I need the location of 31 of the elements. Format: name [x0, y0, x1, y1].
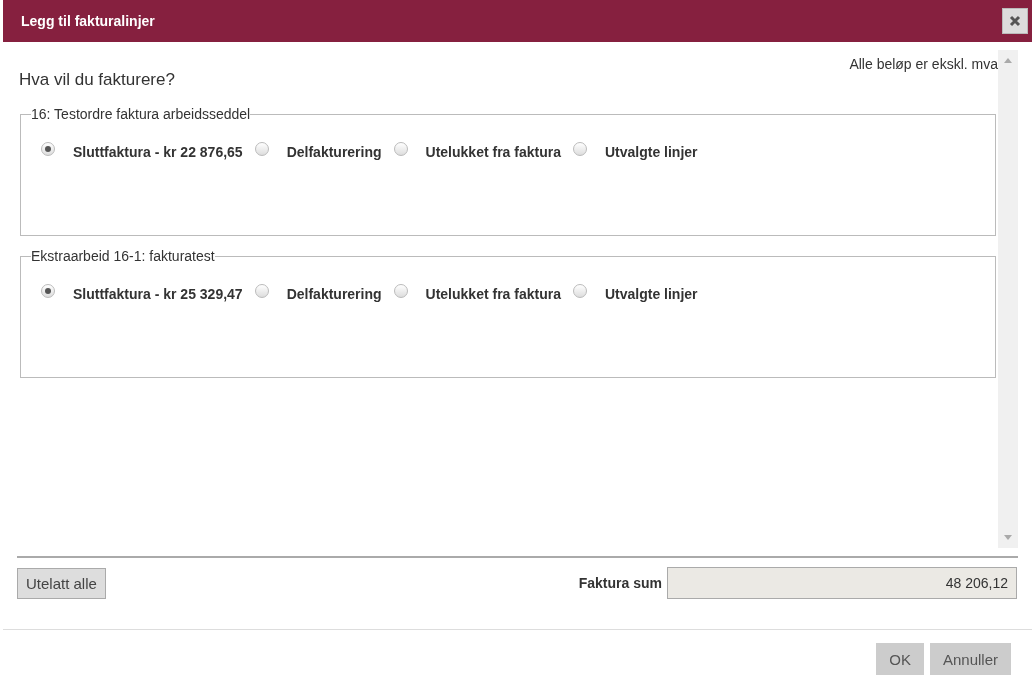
- radio-button[interactable]: [393, 142, 408, 156]
- radio-option[interactable]: Utvalgte linjer: [572, 144, 698, 160]
- radio-button[interactable]: [393, 284, 408, 298]
- radio-button[interactable]: [572, 284, 587, 298]
- radio-option[interactable]: Utelukket fra faktura: [393, 144, 561, 160]
- scrollbar[interactable]: [998, 50, 1018, 548]
- vat-note: Alle beløp er ekskl. mva: [849, 56, 998, 72]
- close-button[interactable]: [1002, 8, 1028, 34]
- scroll-up-icon[interactable]: [1004, 58, 1012, 63]
- scroll-down-icon[interactable]: [1004, 535, 1012, 540]
- radio-option[interactable]: Utelukket fra faktura: [393, 286, 561, 302]
- radio-option[interactable]: Sluttfaktura - kr 22 876,65: [41, 144, 243, 160]
- group-title: 16: Testordre faktura arbeidsseddel: [31, 106, 251, 122]
- total-label: Faktura sum: [578, 575, 662, 591]
- question-heading: Hva vil du fakturere?: [19, 70, 176, 90]
- close-icon: [1009, 15, 1021, 27]
- exclude-all-button[interactable]: Utelatt alle: [17, 567, 106, 599]
- radio-button[interactable]: [254, 142, 269, 156]
- radio-button[interactable]: [254, 284, 269, 298]
- radio-button[interactable]: [572, 142, 587, 156]
- dialog-button[interactable]: Annuller: [929, 643, 1011, 675]
- radio-button[interactable]: [41, 142, 55, 156]
- radio-option[interactable]: Delfakturering: [254, 144, 382, 160]
- radio-button[interactable]: [41, 284, 55, 298]
- window-title: Legg til fakturalinjer: [21, 13, 155, 29]
- radio-option[interactable]: Sluttfaktura - kr 25 329,47: [41, 286, 243, 302]
- total-field[interactable]: 48 206,12: [667, 567, 1017, 599]
- dialog-button[interactable]: OK: [876, 643, 924, 675]
- radio-option[interactable]: Delfakturering: [254, 286, 382, 302]
- group-title: Ekstraarbeid 16-1: fakturatest: [31, 248, 215, 264]
- radio-option[interactable]: Utvalgte linjer: [572, 286, 698, 302]
